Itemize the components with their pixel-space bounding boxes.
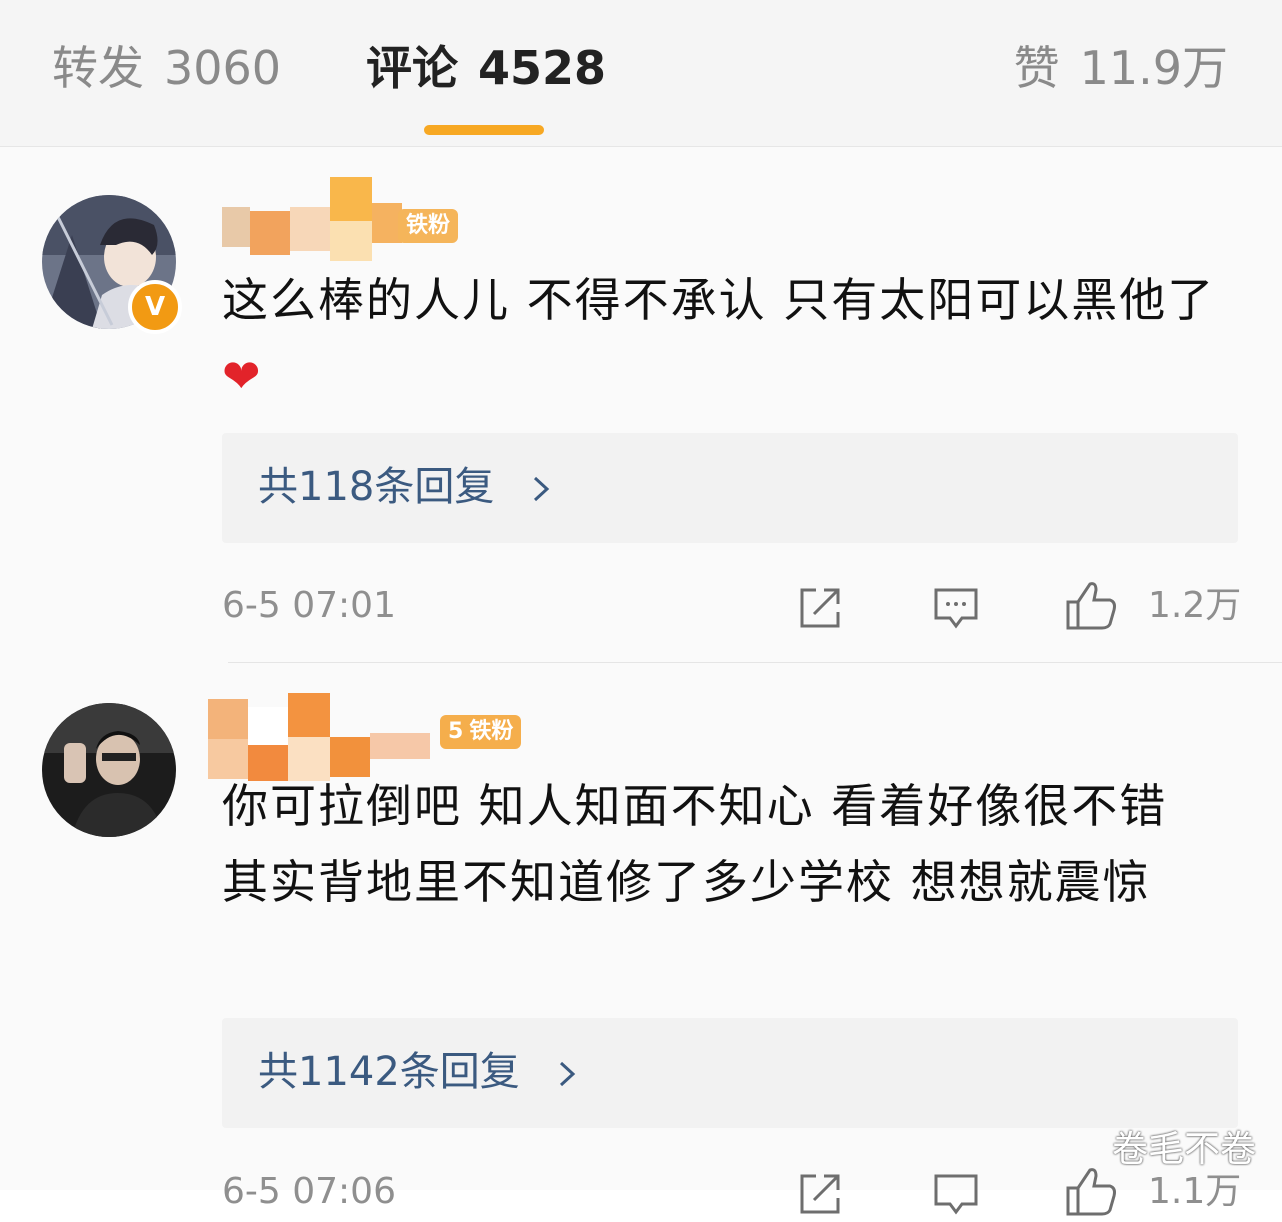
like-count: 1.2万 xyxy=(1148,585,1242,626)
comment-meta: 6-5 07:01 1.2万 xyxy=(0,576,1282,636)
comment-time: 6-5 07:06 xyxy=(222,1171,396,1212)
tab-bar: 转发 3060 评论 4528 赞 11.9万 xyxy=(0,0,1282,147)
comment-text: 你可拉倒吧 知人知面不知心 看着好像很不错 其实背地里不知道修了多少学校 想想就… xyxy=(222,779,1168,909)
thumbs-up-icon[interactable] xyxy=(1064,1164,1118,1218)
comment-feed: V 铁粉 这么棒的人儿 不得不承认 只有太阳可以黑他了 ❤ 共118条回复 6-5… xyxy=(0,147,1282,1216)
replies-link[interactable]: 共118条回复 xyxy=(222,433,1238,543)
avatar[interactable] xyxy=(42,703,176,837)
thumbs-up-icon[interactable] xyxy=(1064,578,1118,632)
active-tab-indicator xyxy=(424,125,544,135)
tab-repost[interactable]: 转发 3060 xyxy=(52,38,281,98)
comment-icon[interactable] xyxy=(932,1170,980,1218)
comment-text-content: 这么棒的人儿 不得不承认 只有太阳可以黑他了 xyxy=(222,273,1216,327)
tab-repost-label: 转发 xyxy=(52,41,144,95)
tab-like-count: 11.9万 xyxy=(1079,41,1228,95)
comment-divider xyxy=(228,662,1282,663)
chevron-right-icon xyxy=(534,476,550,502)
comment-time: 6-5 07:01 xyxy=(222,585,396,626)
verified-badge: V xyxy=(128,280,182,334)
tab-comment-count: 4528 xyxy=(478,41,607,95)
fan-badge-label: 铁粉 xyxy=(469,719,514,744)
tab-like-label: 赞 xyxy=(1013,41,1060,95)
tab-comment-label: 评论 xyxy=(366,41,458,95)
tab-like[interactable]: 赞 11.9万 xyxy=(1014,38,1228,98)
comment-meta: 6-5 07:06 1.1万 xyxy=(0,1162,1282,1222)
replies-label: 共118条回复 xyxy=(258,459,555,515)
share-icon[interactable] xyxy=(796,584,844,632)
watermark: 卷毛不卷 xyxy=(1111,1129,1256,1170)
chevron-right-icon xyxy=(559,1061,575,1087)
comment-text: 这么棒的人儿 不得不承认 只有太阳可以黑他了 ❤ xyxy=(222,262,1222,414)
fan-level: 5 xyxy=(448,719,464,744)
comment-icon[interactable] xyxy=(932,584,980,632)
replies-link[interactable]: 共1142条回复 xyxy=(222,1018,1238,1128)
replies-count-text: 共1142条回复 xyxy=(258,1049,520,1095)
username-obscured: 铁粉 xyxy=(222,177,542,261)
fan-badge: 5 铁粉 xyxy=(440,715,522,749)
share-icon[interactable] xyxy=(796,1170,844,1218)
tab-repost-count: 3060 xyxy=(164,41,282,95)
tab-comment[interactable]: 评论 4528 xyxy=(366,38,606,98)
heart-emoji-icon: ❤ xyxy=(222,349,263,403)
replies-count-text: 共118条回复 xyxy=(258,464,495,510)
fan-badge: 铁粉 xyxy=(398,209,459,243)
replies-label: 共1142条回复 xyxy=(258,1044,581,1100)
username-obscured: 5 铁粉 xyxy=(208,693,562,781)
